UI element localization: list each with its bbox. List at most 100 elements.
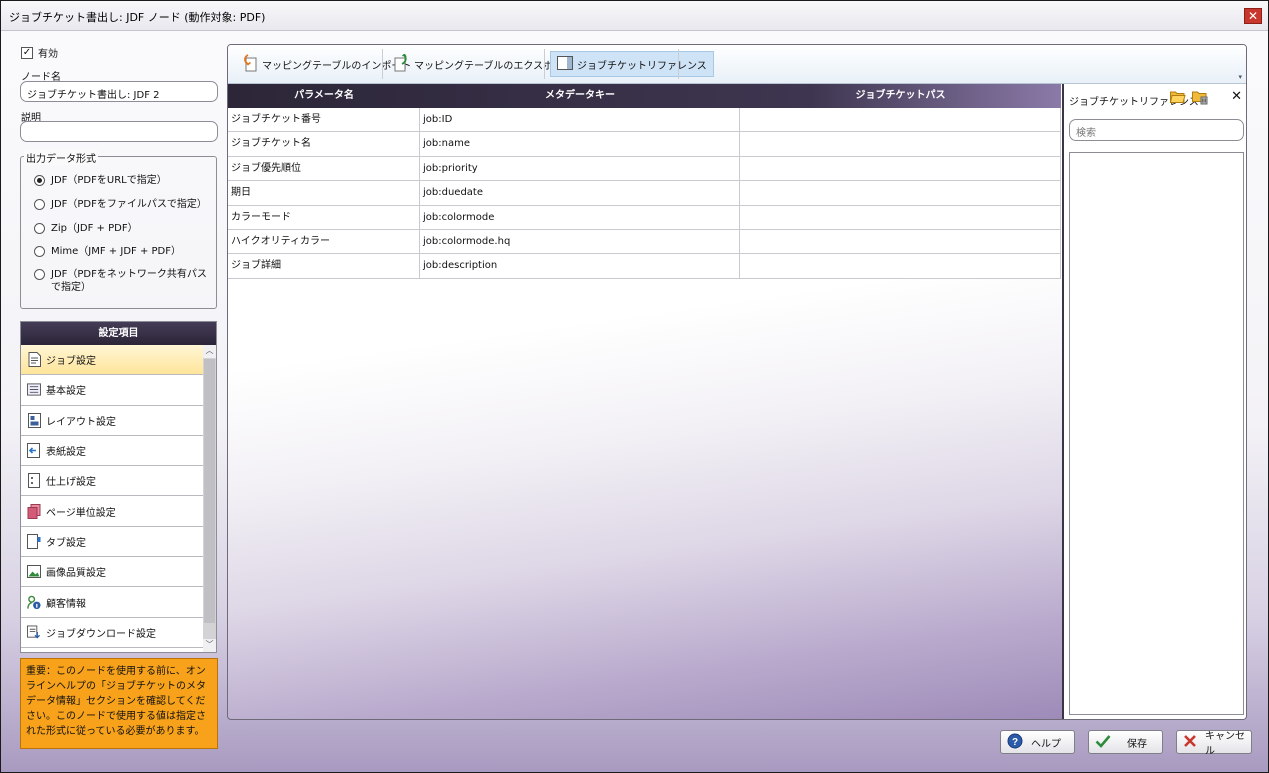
output-format-option[interactable]: Zip（JDF + PDF） bbox=[34, 222, 211, 235]
settings-item-tab[interactable]: タブ設定 bbox=[21, 526, 203, 558]
radio-button[interactable] bbox=[34, 269, 45, 280]
node-name-field[interactable]: ジョブチケット書出し: JDF 2 bbox=[20, 81, 218, 102]
column-header-ticket-path[interactable]: ジョブチケットパス bbox=[740, 84, 1061, 108]
help-label: ヘルプ bbox=[1031, 738, 1061, 750]
cell-parameter[interactable]: ジョブ優先順位 bbox=[228, 156, 420, 181]
settings-item-image-quality[interactable]: 画像品質設定 bbox=[21, 557, 203, 588]
scroll-up-icon[interactable]: ︿ bbox=[203, 345, 216, 358]
enabled-label: 有効 bbox=[38, 49, 58, 60]
output-format-option[interactable]: JDF（PDFをファイルパスで指定） bbox=[34, 198, 211, 211]
cell-ticket-path[interactable] bbox=[740, 254, 1061, 278]
clear-folder-icon[interactable] bbox=[1192, 90, 1208, 108]
cancel-label: キャンセル bbox=[1205, 731, 1245, 757]
export-icon bbox=[394, 52, 410, 75]
reference-search-input[interactable]: 検索 bbox=[1069, 119, 1244, 141]
settings-item-layout[interactable]: レイアウト設定 bbox=[21, 405, 203, 436]
scroll-thumb[interactable] bbox=[204, 359, 215, 623]
table-header: パラメータ名 メタデータキー ジョブチケットパス bbox=[228, 84, 1061, 108]
settings-item-label: ページ単位設定 bbox=[46, 507, 116, 519]
list-icon bbox=[27, 383, 41, 397]
column-header-parameter[interactable]: パラメータ名 bbox=[228, 84, 420, 108]
reference-panel-tools bbox=[1169, 90, 1208, 108]
svg-text:?: ? bbox=[1012, 737, 1018, 748]
output-format-option[interactable]: JDF（PDFをURLで指定） bbox=[34, 174, 211, 187]
enabled-row[interactable]: ✓ 有効 bbox=[21, 45, 58, 60]
cell-metadata-key[interactable]: job:name bbox=[420, 132, 740, 156]
toolbar-overflow-icon[interactable]: ▾ bbox=[1238, 73, 1242, 81]
cell-metadata-key[interactable]: job:ID bbox=[420, 108, 740, 132]
job-ticket-reference-button[interactable]: ジョブチケットリファレンス bbox=[550, 51, 714, 77]
settings-item-label: 画像品質設定 bbox=[46, 568, 106, 580]
cancel-button[interactable]: キャンセル bbox=[1176, 730, 1252, 757]
reference-panel-close-button[interactable]: ✕ bbox=[1231, 89, 1242, 104]
cell-ticket-path[interactable] bbox=[740, 181, 1061, 205]
output-format-option[interactable]: JDF（PDFをネットワーク共有パスで指定） bbox=[34, 268, 211, 294]
cover-icon bbox=[27, 443, 41, 459]
cell-ticket-path[interactable] bbox=[740, 229, 1061, 254]
cell-parameter[interactable]: ジョブ詳細 bbox=[228, 254, 420, 278]
table-row[interactable]: ハイクオリティカラー job:colormode.hq bbox=[228, 229, 1061, 255]
table-row[interactable]: カラーモード job:colormode bbox=[228, 205, 1061, 230]
settings-item-label: 表紙設定 bbox=[46, 447, 86, 459]
settings-item-customer[interactable]: 顧客情報 bbox=[21, 587, 203, 618]
scroll-down-icon[interactable]: ﹀ bbox=[203, 639, 216, 652]
table-row[interactable]: ジョブ詳細 job:description bbox=[228, 254, 1061, 279]
reference-tree[interactable] bbox=[1069, 152, 1244, 715]
cell-ticket-path[interactable] bbox=[740, 205, 1061, 229]
tab-icon bbox=[27, 533, 41, 549]
table-row[interactable]: ジョブ優先順位 job:priority bbox=[228, 156, 1061, 182]
cell-ticket-path[interactable] bbox=[740, 132, 1061, 156]
settings-item-label: 仕上げ設定 bbox=[46, 477, 96, 489]
output-format-group: 出力データ形式 JDF（PDFをURLで指定） JDF（PDFをファイルパスで指… bbox=[20, 150, 217, 309]
mapping-table: パラメータ名 メタデータキー ジョブチケットパス ジョブチケット番号 job:I… bbox=[228, 84, 1061, 279]
settings-item-pages[interactable]: ページ単位設定 bbox=[21, 496, 203, 527]
close-window-button[interactable]: ✕ bbox=[1244, 8, 1262, 24]
radio-button[interactable] bbox=[34, 223, 45, 234]
cell-metadata-key[interactable]: job:colormode bbox=[420, 205, 740, 229]
cell-metadata-key[interactable]: job:duedate bbox=[420, 181, 740, 205]
enabled-checkbox[interactable]: ✓ bbox=[21, 46, 33, 59]
settings-item-job-download[interactable]: ジョブダウンロード設定 bbox=[21, 617, 203, 648]
radio-button[interactable] bbox=[34, 246, 45, 257]
table-row[interactable]: ジョブチケット名 job:name bbox=[228, 132, 1061, 157]
settings-item-label: 基本設定 bbox=[46, 386, 86, 398]
settings-item-label: 顧客情報 bbox=[46, 598, 86, 610]
settings-scrollbar[interactable]: ︿ ﹀ bbox=[203, 345, 216, 652]
output-format-option-label: JDF（PDFをファイルパスで指定） bbox=[51, 199, 207, 210]
output-format-option-label: JDF（PDFをネットワーク共有パスで指定） bbox=[51, 269, 207, 293]
settings-header: 設定項目 bbox=[21, 322, 216, 345]
output-format-option[interactable]: Mime（JMF + JDF + PDF） bbox=[34, 245, 211, 258]
cell-ticket-path[interactable] bbox=[740, 156, 1061, 181]
cell-parameter[interactable]: ハイクオリティカラー bbox=[228, 229, 420, 254]
cell-parameter[interactable]: カラーモード bbox=[228, 205, 420, 229]
mapping-panel: マッピングテーブルのインポート マッピングテーブルのエクスポート ジョブチケット… bbox=[227, 44, 1247, 720]
cell-parameter[interactable]: 期日 bbox=[228, 181, 420, 205]
save-button[interactable]: 保存 bbox=[1088, 730, 1163, 754]
column-header-metadata-key[interactable]: メタデータキー bbox=[420, 84, 740, 108]
table-row[interactable]: 期日 job:duedate bbox=[228, 181, 1061, 206]
cell-metadata-key[interactable]: job:priority bbox=[420, 156, 740, 181]
settings-list: 設定項目 ジョブ設定 基本設定 レイアウト設定 表紙設定 仕上げ設定 ページ単位… bbox=[20, 321, 217, 653]
help-button[interactable]: ? ヘルプ bbox=[1000, 730, 1075, 754]
cell-ticket-path[interactable] bbox=[740, 108, 1061, 132]
job-ticket-reference-panel: ジョブチケットリファレンス ✕ 検索 bbox=[1062, 84, 1246, 719]
table-row[interactable]: ジョブチケット番号 job:ID bbox=[228, 108, 1061, 133]
cell-metadata-key[interactable]: job:description bbox=[420, 254, 740, 278]
important-notice: 重要：このノードを使用する前に、オンラインヘルプの「ジョブチケットのメタデータ情… bbox=[20, 658, 218, 749]
cell-parameter[interactable]: ジョブチケット名 bbox=[228, 132, 420, 156]
radio-button[interactable] bbox=[34, 199, 45, 210]
toolbar-separator bbox=[678, 49, 679, 79]
open-folder-icon[interactable] bbox=[1169, 90, 1186, 108]
settings-item-job[interactable]: ジョブ設定 bbox=[21, 345, 203, 376]
radio-button-selected[interactable] bbox=[34, 175, 45, 186]
import-icon bbox=[242, 53, 258, 75]
cell-parameter[interactable]: ジョブチケット番号 bbox=[228, 108, 420, 132]
settings-item-finishing[interactable]: 仕上げ設定 bbox=[21, 466, 203, 497]
description-field[interactable] bbox=[20, 121, 218, 142]
cancel-x-icon bbox=[1183, 734, 1197, 751]
output-format-option-label: Zip（JDF + PDF） bbox=[51, 223, 138, 234]
output-format-option-label: Mime（JMF + JDF + PDF） bbox=[51, 246, 181, 257]
settings-item-basic[interactable]: 基本設定 bbox=[21, 375, 203, 406]
settings-item-cover[interactable]: 表紙設定 bbox=[21, 435, 203, 467]
cell-metadata-key[interactable]: job:colormode.hq bbox=[420, 229, 740, 254]
